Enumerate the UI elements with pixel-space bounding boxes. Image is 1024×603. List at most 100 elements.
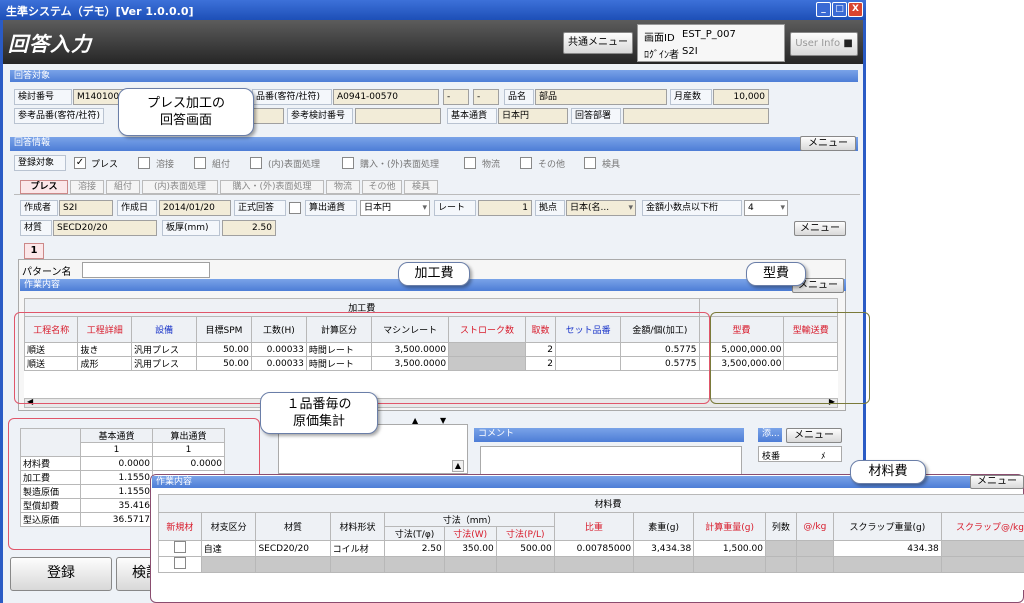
tab-divider <box>14 194 860 195</box>
part-no-field[interactable]: A0941-00570 <box>333 89 439 105</box>
author-label: 作成者 <box>20 200 58 216</box>
ref-plan-field[interactable] <box>355 108 441 124</box>
form-menu-button[interactable]: メニュー <box>794 221 846 236</box>
minimize-button[interactable]: _ <box>816 2 831 17</box>
check-label-logistics: 物流 <box>482 160 501 170</box>
check-logistics[interactable] <box>464 157 476 169</box>
material-cell[interactable] <box>200 556 257 573</box>
material-cell[interactable] <box>940 556 1024 573</box>
tab-weld[interactable]: 溶接 <box>70 180 104 194</box>
material-cell[interactable]: 自達 <box>200 540 257 557</box>
rate-field[interactable]: 1 <box>478 200 532 216</box>
material-cell[interactable] <box>833 556 942 573</box>
thickness-field[interactable]: 2.50 <box>222 220 276 236</box>
answer-menu-button[interactable]: メニュー <box>800 136 856 151</box>
material-cell[interactable] <box>633 556 695 573</box>
material-cell[interactable]: 1,500.00 <box>693 540 766 557</box>
part-no-field-3[interactable]: - <box>473 89 499 105</box>
material-cell[interactable] <box>795 540 835 557</box>
dept-field[interactable] <box>623 108 769 124</box>
material-cell[interactable] <box>329 556 386 573</box>
material-cell[interactable]: SECD20/20 <box>255 540 331 557</box>
chevron-down-icon: ▾ <box>780 203 785 213</box>
tab-inner-surface[interactable]: (内)表面処理 <box>142 180 218 194</box>
tab-press[interactable]: プレス <box>20 180 68 194</box>
rate-label: レート <box>434 200 476 216</box>
check-other[interactable] <box>520 157 532 169</box>
material-cell[interactable] <box>795 556 835 573</box>
material-cell[interactable] <box>384 556 445 573</box>
common-menu-button[interactable]: 共通メニュー <box>563 32 633 54</box>
tab-gauge[interactable]: 検具 <box>404 180 438 194</box>
material-cell[interactable] <box>764 540 797 557</box>
material-cell[interactable]: 3,434.38 <box>633 540 695 557</box>
official-checkbox[interactable] <box>289 202 301 214</box>
branch-label: 添... <box>758 428 782 442</box>
user-info-label: User Info <box>795 38 841 49</box>
user-icon: ■ <box>843 38 853 49</box>
close-button[interactable]: X <box>848 2 863 17</box>
tab-assembly[interactable]: 組付 <box>106 180 140 194</box>
pattern-tab[interactable]: 1 <box>24 243 44 259</box>
tab-purchase[interactable]: 購入・(外)表面処理 <box>220 180 324 194</box>
author-field[interactable]: S2I <box>59 200 113 216</box>
check-label-press: プレス <box>91 160 119 170</box>
maximize-button[interactable]: □ <box>832 2 847 17</box>
comment-textarea[interactable] <box>480 446 742 476</box>
material-cell[interactable]: コイル材 <box>329 540 386 557</box>
material-col-5: 寸法(W) <box>443 526 497 541</box>
chevron-up-icon[interactable]: ▲ <box>452 460 464 472</box>
material-cell[interactable]: 500.00 <box>495 540 555 557</box>
material-col-12: スクラップ重量(g) <box>833 512 942 541</box>
material-cell[interactable] <box>940 540 1024 557</box>
date-field[interactable]: 2014/01/20 <box>159 200 231 216</box>
pattern-name-field[interactable] <box>82 262 210 278</box>
page-title: 回答入力 <box>8 32 92 56</box>
check-press[interactable]: ✓ <box>74 157 86 169</box>
material-cell[interactable]: 434.38 <box>833 540 942 557</box>
check-purchase[interactable] <box>342 157 354 169</box>
material-cell[interactable] <box>443 556 497 573</box>
material-col-2: 材質 <box>255 512 331 541</box>
calc-currency-select[interactable]: 日本円 ▾ <box>360 200 430 216</box>
monthly-field[interactable]: 10,000 <box>713 89 769 105</box>
check-weld[interactable] <box>138 157 150 169</box>
tab-other[interactable]: その他 <box>362 180 402 194</box>
material-field[interactable]: SECD20/20 <box>53 220 157 236</box>
tab-logistics[interactable]: 物流 <box>326 180 360 194</box>
base-select[interactable]: 日本(名... ▾ <box>566 200 636 216</box>
branch-menu-button[interactable]: メニュー <box>786 428 842 443</box>
material-cell[interactable] <box>495 556 555 573</box>
new-material-checkbox[interactable] <box>173 557 186 569</box>
check-assembly[interactable] <box>194 157 206 169</box>
new-material-checkbox[interactable] <box>173 541 186 553</box>
check-label-other: その他 <box>538 160 566 170</box>
material-group-header: 材料費 <box>158 494 1024 513</box>
check-inner-surface[interactable] <box>250 157 262 169</box>
check-gauge[interactable] <box>584 157 596 169</box>
window-title: 生準システム（デモ）[Ver 1.0.0.0] <box>6 5 194 18</box>
screen-id: EST_P_007 <box>682 29 736 40</box>
name-field[interactable]: 部品 <box>535 89 667 105</box>
base-label: 拠点 <box>535 200 565 216</box>
check-label-inner-surface: (内)表面処理 <box>268 160 321 170</box>
decimals-select[interactable]: 4 ▾ <box>744 200 788 216</box>
material-cell[interactable] <box>764 556 797 573</box>
user-info-button[interactable]: User Info ■ <box>790 32 858 56</box>
material-col-1: 材支区分 <box>200 512 257 541</box>
callout-mold-cost: 型費 <box>746 262 806 286</box>
date-label: 作成日 <box>117 200 157 216</box>
register-button[interactable]: 登録 <box>10 557 112 591</box>
material-cell[interactable] <box>255 556 331 573</box>
material-menu-button[interactable]: メニュー <box>970 475 1024 489</box>
currency-field[interactable]: 日本円 <box>498 108 568 124</box>
material-col-7: 比重 <box>553 512 635 541</box>
material-cell[interactable] <box>693 556 766 573</box>
part-no-field-2[interactable]: - <box>443 89 469 105</box>
material-cell[interactable]: 350.00 <box>443 540 497 557</box>
material-col-10: 列数 <box>764 512 797 541</box>
material-cell[interactable]: 0.00785000 <box>553 540 635 557</box>
material-cell[interactable]: 2.50 <box>384 540 445 557</box>
material-dim-group: 寸法（mm） <box>384 512 555 527</box>
material-cell[interactable] <box>553 556 635 573</box>
